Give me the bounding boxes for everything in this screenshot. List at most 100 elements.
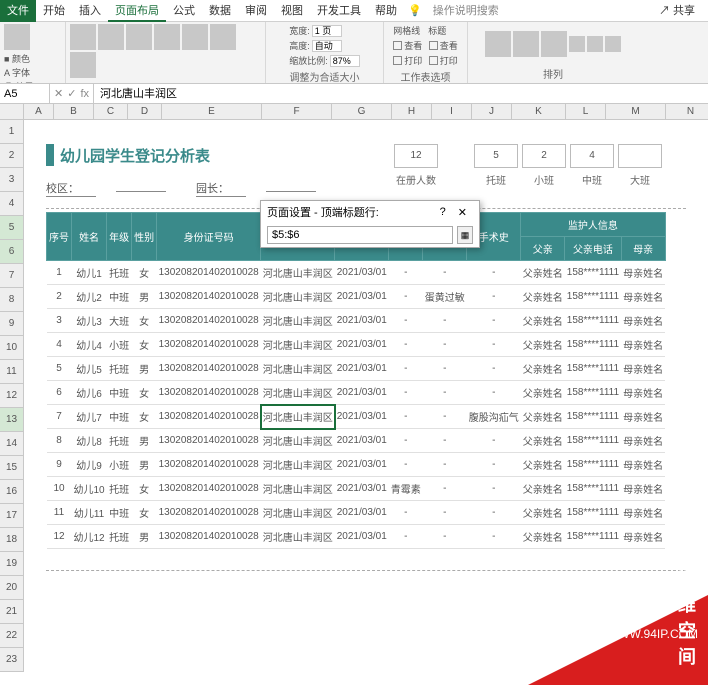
summary-c3: 4	[570, 144, 614, 168]
row-header-15[interactable]: 15	[0, 456, 24, 480]
col-header-A[interactable]: A	[24, 104, 54, 120]
table-row[interactable]: 3幼儿3大班女130208201402010028河北唐山丰润区2021/03/…	[47, 309, 666, 333]
row-header-14[interactable]: 14	[0, 432, 24, 456]
group-icon[interactable]	[587, 36, 603, 52]
tab-insert[interactable]: 插入	[72, 0, 108, 22]
table-row[interactable]: 2幼儿2中班男130208201402010028河北唐山丰润区2021/03/…	[47, 285, 666, 309]
scale-pct[interactable]	[330, 55, 360, 67]
column-headers: ABCDEFGHIJKLMNO	[24, 104, 708, 120]
row-header-4[interactable]: 4	[0, 192, 24, 216]
theme-fonts[interactable]: A 字体	[4, 66, 34, 79]
tab-dev[interactable]: 开发工具	[310, 0, 368, 22]
dialog-range-picker-icon[interactable]: ▦	[457, 226, 473, 244]
breaks-icon[interactable]	[182, 24, 208, 50]
table-row[interactable]: 4幼儿4小班女130208201402010028河北唐山丰润区2021/03/…	[47, 333, 666, 357]
tab-review[interactable]: 审阅	[238, 0, 274, 22]
col-header-C[interactable]: C	[94, 104, 128, 120]
head-print-check[interactable]	[429, 56, 438, 65]
tab-formula[interactable]: 公式	[166, 0, 202, 22]
row-header-7[interactable]: 7	[0, 264, 24, 288]
themes-icon[interactable]	[4, 24, 30, 50]
table-row[interactable]: 10幼儿10托班女130208201402010028河北唐山丰润区2021/0…	[47, 477, 666, 501]
row-header-21[interactable]: 21	[0, 600, 24, 624]
col-header-J[interactable]: J	[472, 104, 512, 120]
tab-help[interactable]: 帮助	[368, 0, 404, 22]
col-header-N[interactable]: N	[666, 104, 708, 120]
row-header-23[interactable]: 23	[0, 648, 24, 672]
formula-bar: A5 ✕ ✓ fx 河北唐山丰润区	[0, 84, 708, 104]
campus-label: 校区：	[46, 180, 96, 197]
tab-data[interactable]: 数据	[202, 0, 238, 22]
col-header-G[interactable]: G	[332, 104, 392, 120]
row-header-22[interactable]: 22	[0, 624, 24, 648]
table-row[interactable]: 1幼儿1托班女130208201402010028河北唐山丰润区2021/03/…	[47, 261, 666, 285]
row-header-6[interactable]: 6	[0, 240, 24, 264]
select-all-corner[interactable]	[0, 104, 24, 120]
col-header-H[interactable]: H	[392, 104, 432, 120]
col-header-K[interactable]: K	[512, 104, 566, 120]
fb-cancel-icon[interactable]: ✕	[54, 87, 63, 100]
row-header-12[interactable]: 12	[0, 384, 24, 408]
th: 年级	[107, 213, 132, 261]
fx-icon[interactable]: fx	[80, 88, 89, 100]
dialog-help-icon[interactable]: ?	[434, 206, 452, 218]
tell-me[interactable]: 操作说明搜索	[426, 0, 506, 22]
table-row[interactable]: 6幼儿6中班女130208201402010028河北唐山丰润区2021/03/…	[47, 381, 666, 405]
share-button[interactable]: ↗ 共享	[652, 0, 702, 22]
table-row[interactable]: 7幼儿7中班女130208201402010028河北唐山丰润区2021/03/…	[47, 405, 666, 429]
print-area-icon[interactable]	[154, 24, 180, 50]
table-row[interactable]: 9幼儿9小班男130208201402010028河北唐山丰润区2021/03/…	[47, 453, 666, 477]
send-backward-icon[interactable]	[513, 31, 539, 57]
row-header-2[interactable]: 2	[0, 144, 24, 168]
row-header-10[interactable]: 10	[0, 336, 24, 360]
margins-icon[interactable]	[70, 24, 96, 50]
name-box[interactable]: A5	[0, 84, 50, 103]
col-header-D[interactable]: D	[128, 104, 162, 120]
row-header-20[interactable]: 20	[0, 576, 24, 600]
row-header-9[interactable]: 9	[0, 312, 24, 336]
size-icon[interactable]	[126, 24, 152, 50]
row-header-19[interactable]: 19	[0, 552, 24, 576]
row-header-1[interactable]: 1	[0, 120, 24, 144]
table-row[interactable]: 8幼儿8托班男130208201402010028河北唐山丰润区2021/03/…	[47, 429, 666, 453]
row-header-5[interactable]: 5	[0, 216, 24, 240]
grid-print-check[interactable]	[393, 56, 402, 65]
scale-height[interactable]	[312, 40, 342, 52]
selection-pane-icon[interactable]	[541, 31, 567, 57]
dialog-close-icon[interactable]: ✕	[452, 206, 473, 219]
tab-home[interactable]: 开始	[36, 0, 72, 22]
theme-colors[interactable]: ■ 颜色	[4, 52, 34, 65]
row-header-13[interactable]: 13	[0, 408, 24, 432]
formula-input[interactable]: 河北唐山丰润区	[94, 84, 708, 103]
row-header-16[interactable]: 16	[0, 480, 24, 504]
row-header-18[interactable]: 18	[0, 528, 24, 552]
col-header-B[interactable]: B	[54, 104, 94, 120]
rotate-icon[interactable]	[605, 36, 621, 52]
col-header-M[interactable]: M	[606, 104, 666, 120]
table-row[interactable]: 12幼儿12托班男130208201402010028河北唐山丰润区2021/0…	[47, 525, 666, 549]
print-titles-icon[interactable]	[70, 52, 96, 78]
row-header-3[interactable]: 3	[0, 168, 24, 192]
tab-view[interactable]: 视图	[274, 0, 310, 22]
head-view-check[interactable]	[429, 41, 438, 50]
theme-effects[interactable]: ◎ 效果	[4, 80, 34, 84]
background-icon[interactable]	[210, 24, 236, 50]
tab-page-layout[interactable]: 页面布局	[108, 0, 166, 22]
col-header-E[interactable]: E	[162, 104, 262, 120]
col-header-I[interactable]: I	[432, 104, 472, 120]
table-row[interactable]: 5幼儿5托班男130208201402010028河北唐山丰润区2021/03/…	[47, 357, 666, 381]
scale-width[interactable]	[312, 25, 342, 37]
col-header-L[interactable]: L	[566, 104, 606, 120]
row-header-8[interactable]: 8	[0, 288, 24, 312]
row-header-11[interactable]: 11	[0, 360, 24, 384]
row-header-17[interactable]: 17	[0, 504, 24, 528]
col-header-F[interactable]: F	[262, 104, 332, 120]
table-row[interactable]: 11幼儿11中班女130208201402010028河北唐山丰润区2021/0…	[47, 501, 666, 525]
align-icon[interactable]	[569, 36, 585, 52]
grid-view-check[interactable]	[393, 41, 402, 50]
bring-forward-icon[interactable]	[485, 31, 511, 57]
dialog-range-input[interactable]	[267, 226, 453, 244]
orientation-icon[interactable]	[98, 24, 124, 50]
fb-confirm-icon[interactable]: ✓	[67, 87, 76, 100]
tab-file[interactable]: 文件	[0, 0, 36, 22]
